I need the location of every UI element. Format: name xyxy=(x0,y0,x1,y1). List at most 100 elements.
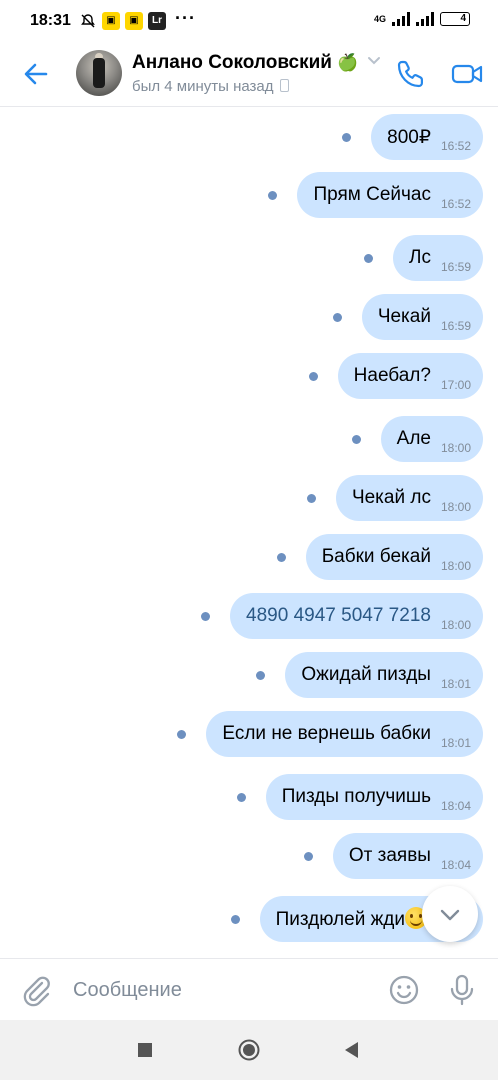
card-number-link[interactable]: 4890 4947 5047 7218 xyxy=(246,605,431,627)
notification-app-icon: ▣ xyxy=(125,12,143,30)
message-text: Если не вернешь бабки xyxy=(222,723,431,744)
nav-back-icon[interactable] xyxy=(343,1041,359,1059)
video-camera-icon[interactable] xyxy=(450,58,484,90)
message[interactable]: Чекай 16:59 xyxy=(332,294,483,340)
message-text: Наебал? xyxy=(353,365,431,386)
message-bubble[interactable]: Чекай 16:59 xyxy=(361,294,483,340)
signal-icon xyxy=(392,12,410,26)
contact-name[interactable]: Анлано Соколовский 🍏 xyxy=(132,52,358,74)
message[interactable]: От заявы 18:04 xyxy=(303,833,483,879)
battery-icon: 4 xyxy=(440,12,470,26)
message[interactable]: Але 18:00 xyxy=(351,416,483,462)
message-text: Лс xyxy=(409,247,431,268)
message-time: 18:00 xyxy=(440,559,471,573)
message-bubble[interactable]: 4890 4947 5047 7218 18:00 xyxy=(230,593,483,639)
lightroom-icon: Lr xyxy=(148,12,166,30)
unread-dot xyxy=(351,434,361,444)
unread-dot xyxy=(308,371,318,381)
status-bar: 18:31 ▣ ▣ Lr ··· 4G 4 xyxy=(0,0,498,44)
message-time: 16:52 xyxy=(440,139,471,153)
last-seen-text: был 4 минуты назад xyxy=(132,78,274,95)
status-time: 18:31 xyxy=(30,12,71,29)
message-text: Але xyxy=(396,428,431,449)
message-text-content: Пиздюлей жди xyxy=(275,909,405,930)
message[interactable]: Пизды получишь 18:04 xyxy=(236,774,483,820)
message-time: 16:59 xyxy=(440,260,471,274)
unread-dot xyxy=(256,670,266,680)
message-bubble[interactable]: Чекай лс 18:00 xyxy=(335,475,483,521)
green-apple-emoji: 🍏 xyxy=(337,53,359,72)
unread-dot xyxy=(342,132,352,142)
chat-header: Анлано Соколовский 🍏 был 4 минуты назад xyxy=(0,44,498,107)
notification-app-icon: ▣ xyxy=(102,12,120,30)
chevron-down-icon xyxy=(440,909,460,921)
message-time: 17:00 xyxy=(440,378,471,392)
unread-dot xyxy=(306,493,316,503)
unread-dot xyxy=(276,552,286,562)
muted-bell-icon xyxy=(81,14,95,28)
unread-dot xyxy=(201,611,211,621)
message[interactable]: 800₽ 16:52 xyxy=(342,114,483,160)
message-bubble[interactable]: Наебал? 17:00 xyxy=(337,353,483,399)
message-text: Пизды получишь xyxy=(281,786,431,807)
contact-name-text: Анлано Соколовский xyxy=(132,52,332,73)
message-time: 18:04 xyxy=(440,799,471,813)
message-bubble[interactable]: Лс 16:59 xyxy=(393,235,483,281)
message-time: 18:04 xyxy=(440,858,471,872)
message[interactable]: 4890 4947 5047 7218 18:00 xyxy=(201,593,483,639)
message-bubble[interactable]: Пизды получишь 18:04 xyxy=(265,774,483,820)
message-time: 18:00 xyxy=(440,618,471,632)
unread-dot xyxy=(303,851,313,861)
message-time: 16:59 xyxy=(440,319,471,333)
message-bubble[interactable]: 800₽ 16:52 xyxy=(371,114,483,160)
message-text: Ожидай пизды xyxy=(301,664,431,685)
system-nav-bar xyxy=(0,1020,498,1080)
message[interactable]: Ожидай пизды 18:01 xyxy=(256,652,483,698)
phone-icon[interactable] xyxy=(395,58,427,90)
message-composer: Сообщение xyxy=(0,958,498,1021)
message-text: От заявы xyxy=(348,845,431,866)
signal-icon xyxy=(416,12,434,26)
message-text: Чекай лс xyxy=(351,487,431,508)
scroll-down-button[interactable] xyxy=(422,886,478,942)
unread-dot xyxy=(364,253,373,263)
message-time: 18:00 xyxy=(440,500,471,514)
message[interactable]: Прям Сейчас 16:52 xyxy=(268,172,483,218)
message[interactable]: Чекай лс 18:00 xyxy=(306,475,483,521)
message-bubble[interactable]: От заявы 18:04 xyxy=(332,833,483,879)
message-time: 18:00 xyxy=(440,441,471,455)
home-icon[interactable] xyxy=(238,1039,260,1061)
message[interactable]: Если не вернешь бабки 18:01 xyxy=(177,711,483,757)
paperclip-icon[interactable] xyxy=(20,973,52,1007)
last-seen-status: был 4 минуты назад xyxy=(132,78,289,95)
unread-dot xyxy=(268,190,278,200)
message-bubble[interactable]: Але 18:00 xyxy=(380,416,483,462)
message-text: Прям Сейчас xyxy=(313,184,431,205)
mobile-device-icon xyxy=(279,79,289,92)
recent-apps-icon[interactable] xyxy=(138,1043,152,1057)
message-bubble[interactable]: Бабки бекай 18:00 xyxy=(305,534,483,580)
message-list[interactable]: 800₽ 16:52 Прям Сейчас 16:52 Лс 16:59 Чекай… xyxy=(0,106,498,958)
smile-icon[interactable] xyxy=(388,974,420,1006)
message-time: 18:01 xyxy=(440,736,471,750)
message[interactable]: Наебал? 17:00 xyxy=(308,353,483,399)
avatar[interactable] xyxy=(76,50,122,96)
back-arrow-icon[interactable] xyxy=(20,58,52,90)
message-bubble[interactable]: Ожидай пизды 18:01 xyxy=(285,652,483,698)
message[interactable]: Бабки бекай 18:00 xyxy=(276,534,483,580)
chevron-down-icon[interactable] xyxy=(367,56,381,66)
unread-dot xyxy=(230,914,240,924)
message-time: 16:52 xyxy=(440,197,471,211)
unread-dot xyxy=(332,312,342,322)
message-text: Чекай xyxy=(377,306,431,327)
message-input[interactable]: Сообщение xyxy=(73,979,182,1002)
microphone-icon[interactable] xyxy=(447,973,477,1007)
message-text: 800₽ xyxy=(387,126,431,148)
network-label: 4G xyxy=(373,14,386,24)
message-bubble[interactable]: Если не вернешь бабки 18:01 xyxy=(206,711,483,757)
message-text: Бабки бекай xyxy=(321,546,431,567)
message-time: 18:01 xyxy=(440,677,471,691)
message-bubble[interactable]: Прям Сейчас 16:52 xyxy=(297,172,483,218)
unread-dot xyxy=(177,729,187,739)
message[interactable]: Лс 16:59 xyxy=(364,235,483,281)
